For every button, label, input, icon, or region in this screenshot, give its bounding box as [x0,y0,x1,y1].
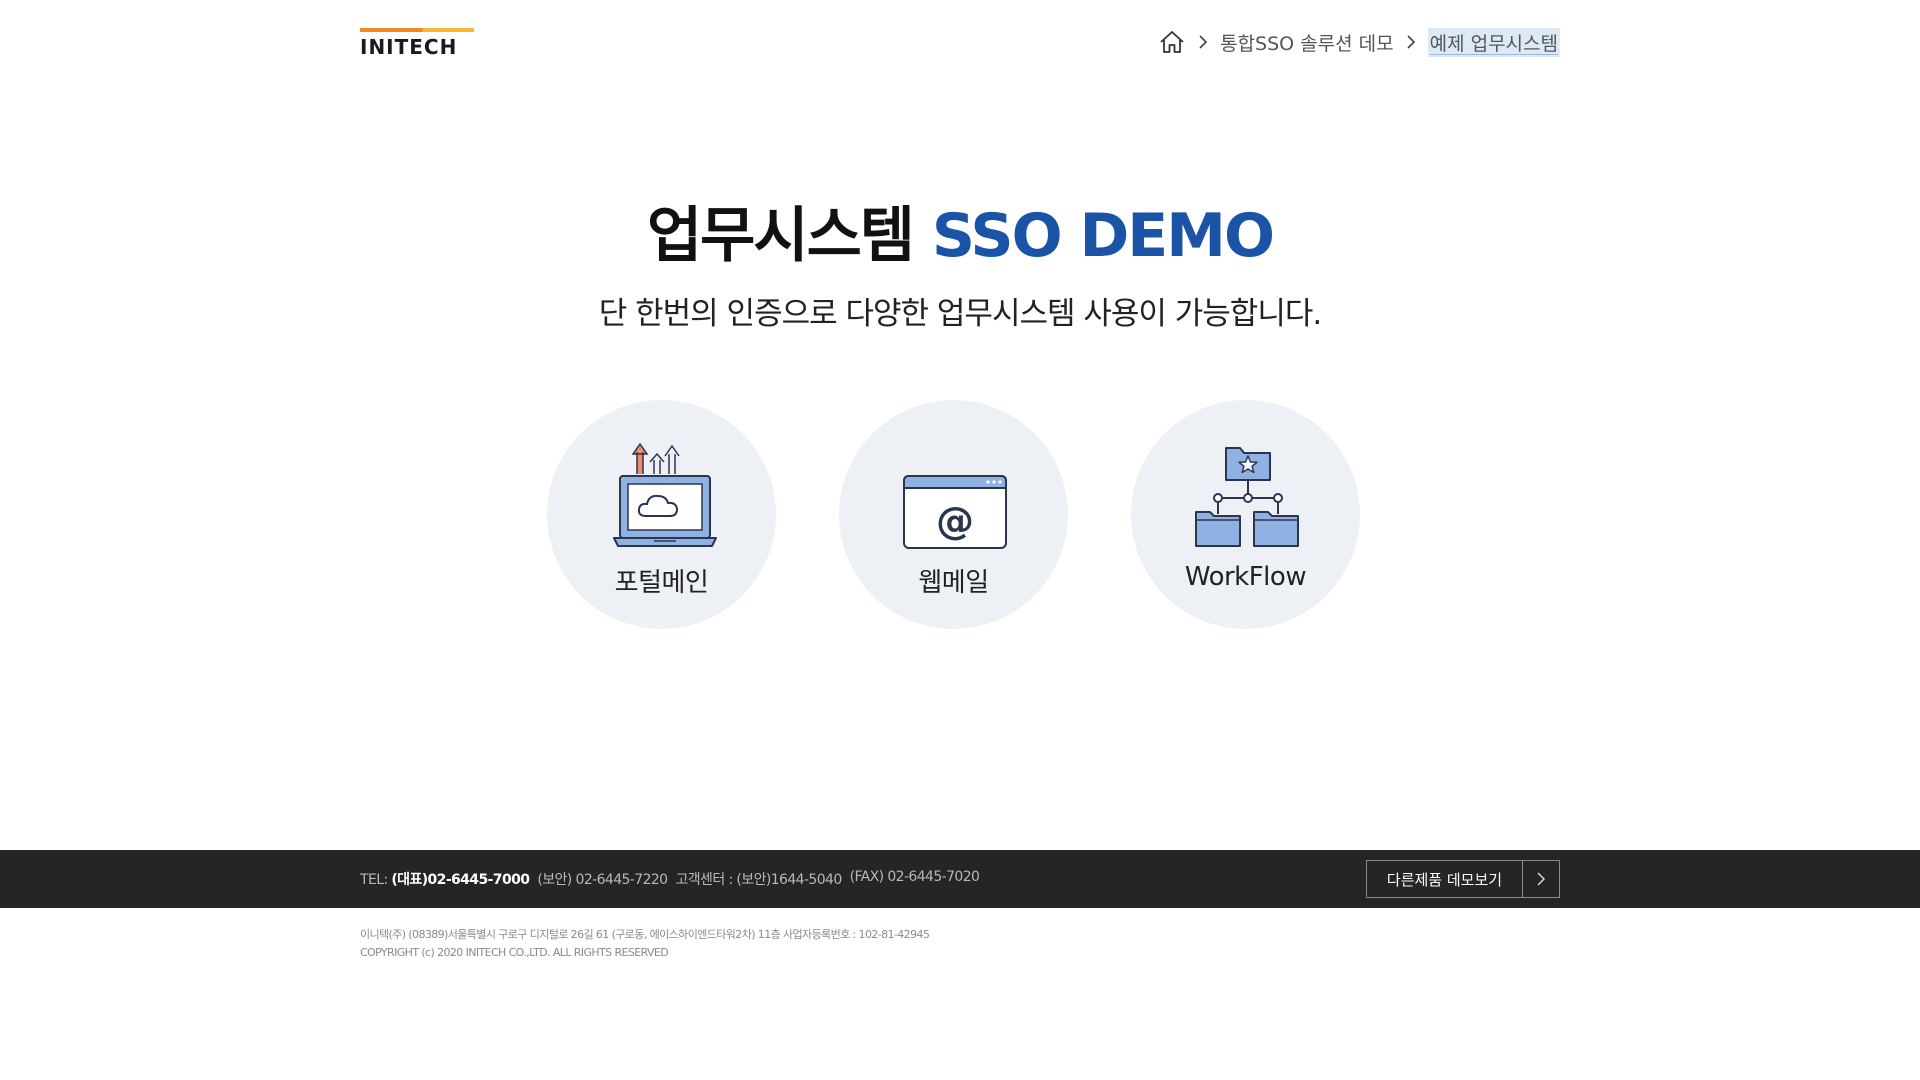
page-title: 업무시스템 SSO DEMO [0,196,1920,276]
tel-security: (보안) 02-6445-7220 [537,872,668,888]
logo-text: INITECH [360,35,458,59]
workflow-label: WorkFlow [1184,562,1307,592]
footer-info: 이니텍(주) (08389)서울특별시 구로구 디지털로 26길 61 (구로동… [360,926,930,962]
breadcrumb: 통합SSO 솔루션 데모 예제 업무시스템 [1158,27,1560,57]
breadcrumb-sso-demo[interactable]: 통합SSO 솔루션 데모 [1220,29,1394,56]
fax-number: (FAX) 02-6445-7020 [849,869,980,885]
demo-button-label: 다른제품 데모보기 [1367,861,1523,897]
footer-inner: TEL: (대표)02-6445-7000 (보안) 02-6445-7220 … [360,850,1560,908]
chevron-right-icon [1186,28,1220,56]
footer-bar: TEL: (대표)02-6445-7000 (보안) 02-6445-7220 … [0,850,1920,908]
tel-label: TEL: [360,872,388,888]
initech-logo[interactable]: INITECH [360,22,474,62]
portal-laptop-cloud-icon [602,440,722,552]
other-products-demo-button[interactable]: 다른제품 데모보기 [1366,860,1560,898]
portal-main-label: 포털메인 [614,568,709,598]
webmail-card[interactable]: @ 웹메일 [839,400,1068,629]
page-subtitle: 단 한번의 인증으로 다양한 업무시스템 사용이 가능합니다. [598,296,1322,332]
title-accent: SSO DEMO [931,201,1275,271]
header: INITECH 통합SSO 솔루션 데모 예제 업무시스템 [360,22,1560,62]
workflow-folder-tree-icon [1186,440,1306,552]
portal-main-card[interactable]: 포털메인 [547,400,776,629]
company-address: 이니텍(주) (08389)서울특별시 구로구 디지털로 26길 61 (구로동… [360,928,930,941]
tel-group: TEL: (대표)02-6445-7000 [360,869,530,889]
tel-main: (대표)02-6445-7000 [391,872,530,888]
page: INITECH 통합SSO 솔루션 데모 예제 업무시스템 업무시스템 SSO … [0,0,1920,1080]
svg-text:@: @ [936,499,974,543]
webmail-label: 웹메일 [918,568,989,598]
logo-accent-bar [360,28,474,32]
webmail-at-icon: @ [894,440,1014,552]
workflow-card[interactable]: WorkFlow [1131,400,1360,629]
chevron-right-icon [1394,28,1428,56]
hero: 업무시스템 SSO DEMO 단 한번의 인증으로 다양한 업무시스템 사용이 … [0,196,1920,333]
contact-info: TEL: (대표)02-6445-7000 (보안) 02-6445-7220 … [360,869,980,889]
home-icon[interactable] [1158,28,1186,56]
breadcrumb-current[interactable]: 예제 업무시스템 [1427,27,1560,57]
customer-center: 고객센터 : (보안)1644-5040 [675,872,843,888]
system-cards: 포털메인 @ 웹메일 WorkFlow [547,400,1360,630]
title-main: 업무시스템 [646,201,932,271]
chevron-right-icon [1523,861,1559,897]
copyright: COPYRIGHT (c) 2020 INITECH CO.,LTD. ALL … [360,946,669,959]
